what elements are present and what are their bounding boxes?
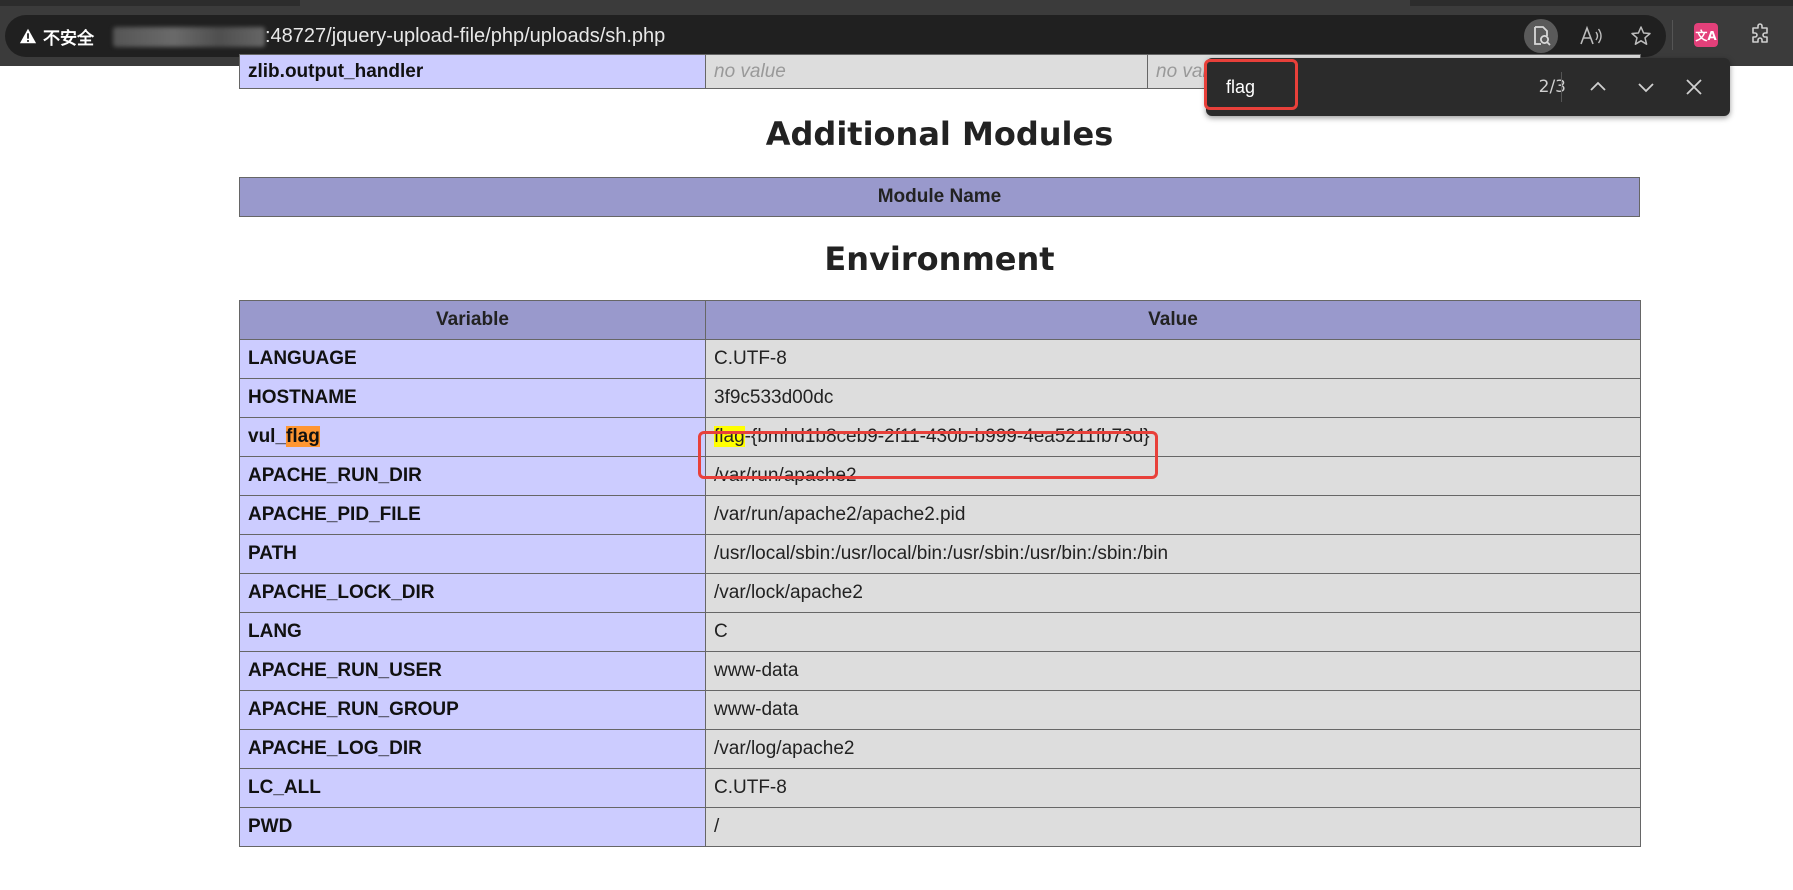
env-name: PATH <box>239 534 706 574</box>
find-close-button[interactable] <box>1676 69 1712 105</box>
env-name: APACHE_LOCK_DIR <box>239 573 706 613</box>
close-icon <box>1686 79 1702 95</box>
find-match-count: 2/3 <box>1538 77 1566 97</box>
environment-table: Variable Value LANGUAGE C.UTF-8 HOSTNAME… <box>239 300 1641 847</box>
env-name: APACHE_RUN_USER <box>239 651 706 691</box>
env-value: /var/run/apache2/apache2.pid <box>705 495 1641 535</box>
security-label: 不安全 <box>43 28 94 49</box>
env-name: HOSTNAME <box>239 378 706 418</box>
env-name-flag: vul_flag <box>239 417 706 457</box>
additional-modules-heading: Additional Modules <box>765 115 1114 153</box>
value-header: Value <box>705 300 1641 340</box>
env-value: C.UTF-8 <box>705 339 1641 379</box>
modules-table: Module Name <box>239 177 1640 217</box>
table-row: LANGUAGE C.UTF-8 <box>239 339 1641 379</box>
env-name: APACHE_LOG_DIR <box>239 729 706 769</box>
table-row: APACHE_LOCK_DIR /var/lock/apache2 <box>239 573 1641 613</box>
variable-header: Variable <box>239 300 706 340</box>
env-value: C <box>705 612 1641 652</box>
env-value: www-data <box>705 690 1641 730</box>
toolbar-separator <box>1672 20 1673 50</box>
env-value: /usr/local/sbin:/usr/local/bin:/usr/sbin… <box>705 534 1641 574</box>
local-value: no value <box>705 54 1148 89</box>
env-value: /var/lock/apache2 <box>705 573 1641 613</box>
address-bar[interactable]: 不安全 :48727/jquery-upload-file/php/upload… <box>5 15 1666 57</box>
hostname-redacted <box>113 27 265 47</box>
favorite-star-icon[interactable] <box>1624 19 1658 53</box>
table-row: PATH /usr/local/sbin:/usr/local/bin:/usr… <box>239 534 1641 574</box>
find-active-match: flag <box>286 426 320 447</box>
url-text[interactable]: :48727/jquery-upload-file/php/uploads/sh… <box>265 15 665 57</box>
translate-icon[interactable]: 文A <box>1694 23 1718 47</box>
env-name: APACHE_PID_FILE <box>239 495 706 535</box>
tab-strip-right <box>1410 0 1793 6</box>
env-name: APACHE_RUN_DIR <box>239 456 706 496</box>
table-row: LANG C <box>239 612 1641 652</box>
find-query-annotation-box <box>1204 59 1298 110</box>
table-row: APACHE_RUN_USER www-data <box>239 651 1641 691</box>
find-on-page-icon[interactable] <box>1524 19 1558 53</box>
env-value: 3f9c533d00dc <box>705 378 1641 418</box>
extensions-puzzle-icon[interactable] <box>1746 20 1776 50</box>
chevron-down-icon <box>1638 83 1654 93</box>
env-name: LC_ALL <box>239 768 706 808</box>
warning-icon <box>19 28 37 44</box>
env-name-prefix: vul_ <box>248 426 287 447</box>
env-value: /var/log/apache2 <box>705 729 1641 769</box>
find-separator <box>1561 72 1562 102</box>
chevron-up-icon <box>1590 81 1606 91</box>
security-indicator[interactable]: 不安全 <box>19 15 94 57</box>
env-name: APACHE_RUN_GROUP <box>239 690 706 730</box>
env-name: LANGUAGE <box>239 339 706 379</box>
env-name: PWD <box>239 807 706 847</box>
tab-strip <box>0 0 300 6</box>
environment-heading: Environment <box>824 240 1055 278</box>
read-aloud-icon[interactable] <box>1574 19 1608 53</box>
table-row: PWD / <box>239 807 1641 847</box>
find-next-button[interactable] <box>1628 69 1664 105</box>
env-value: www-data <box>705 651 1641 691</box>
table-row: LC_ALL C.UTF-8 <box>239 768 1641 808</box>
module-name-header: Module Name <box>239 177 1640 217</box>
table-row: HOSTNAME 3f9c533d00dc <box>239 378 1641 418</box>
table-row: APACHE_RUN_GROUP www-data <box>239 690 1641 730</box>
env-name: LANG <box>239 612 706 652</box>
env-value: / <box>705 807 1641 847</box>
find-previous-button[interactable] <box>1580 69 1616 105</box>
table-row: APACHE_PID_FILE /var/run/apache2/apache2… <box>239 495 1641 535</box>
directive-name: zlib.output_handler <box>239 54 706 89</box>
flag-annotation-box <box>698 431 1158 479</box>
env-value: C.UTF-8 <box>705 768 1641 808</box>
table-row: APACHE_LOG_DIR /var/log/apache2 <box>239 729 1641 769</box>
